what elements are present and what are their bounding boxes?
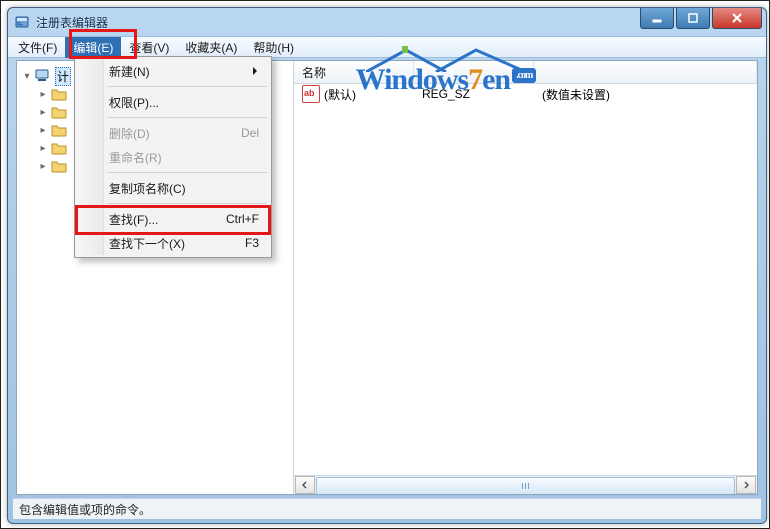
status-text: 包含编辑值或项的命令。 (19, 501, 151, 518)
maximize-button[interactable] (676, 8, 710, 29)
menu-item[interactable]: 新建(N) (77, 59, 269, 83)
menu-item: 删除(D) Del (77, 121, 269, 145)
window-title: 注册表编辑器 (36, 14, 108, 31)
folder-icon (51, 87, 67, 101)
menu-item[interactable]: 查找下一个(X) F3 (77, 231, 269, 255)
close-button[interactable] (712, 8, 762, 29)
menu-item[interactable]: 权限(P)... (77, 90, 269, 114)
menu-item-shortcut: Del (241, 126, 259, 140)
horizontal-scrollbar[interactable] (294, 475, 757, 494)
value-name: (默认) (324, 86, 356, 103)
string-value-icon (302, 85, 320, 103)
regedit-icon (14, 14, 30, 30)
computer-icon (35, 69, 51, 83)
menubar: 文件(F) 编辑(E) 查看(V) 收藏夹(A) 帮助(H) (8, 36, 766, 58)
list-pane: 名称 (默认) REG_SZ (数值未设置) (294, 61, 757, 494)
titlebar[interactable]: 注册表编辑器 (8, 8, 766, 36)
menu-item[interactable]: 查找(F)... Ctrl+F (77, 207, 269, 231)
folder-icon (51, 123, 67, 137)
folder-icon (51, 105, 67, 119)
list-body[interactable]: (默认) REG_SZ (数值未设置) (294, 84, 757, 475)
menu-help[interactable]: 帮助(H) (245, 37, 302, 58)
menu-item-label: 重命名(R) (109, 149, 162, 166)
menu-item-label: 新建(N) (109, 63, 150, 80)
menu-item-label: 删除(D) (109, 125, 150, 142)
column-data[interactable] (534, 61, 757, 83)
menu-file[interactable]: 文件(F) (10, 37, 65, 58)
menu-item-label: 权限(P)... (109, 94, 159, 111)
expand-icon[interactable]: ▸ (37, 125, 49, 136)
folder-icon (51, 141, 67, 155)
value-type: REG_SZ (414, 87, 534, 101)
statusbar: 包含编辑值或项的命令。 (13, 498, 761, 519)
scroll-thumb[interactable] (316, 477, 735, 494)
edit-dropdown: 新建(N) 权限(P)... 删除(D) Del 重命名(R) 复制项名称(C) 查找(F)… (74, 56, 272, 258)
menu-item: 重命名(R) (77, 145, 269, 169)
menu-item-label: 查找下一个(X) (109, 235, 185, 252)
expand-icon[interactable]: ▸ (37, 143, 49, 154)
scroll-right-button[interactable] (736, 476, 756, 494)
menu-view[interactable]: 查看(V) (121, 37, 177, 58)
menu-item-shortcut: Ctrl+F (226, 212, 259, 226)
expand-icon[interactable]: ▸ (37, 107, 49, 118)
menu-item-label: 复制项名称(C) (109, 180, 186, 197)
expand-icon[interactable]: ▸ (37, 89, 49, 100)
list-row[interactable]: (默认) REG_SZ (数值未设置) (294, 84, 757, 104)
value-data: (数值未设置) (534, 86, 757, 103)
expand-icon[interactable]: ▾ (21, 71, 33, 82)
menu-item-shortcut: F3 (245, 236, 259, 250)
registry-editor-window: 注册表编辑器 文件(F) 编辑(E) 查看(V) 收藏夹(A) 帮助(H) (7, 7, 767, 524)
folder-icon (51, 159, 67, 173)
tree-root-label[interactable]: 计 (55, 67, 71, 86)
menu-edit[interactable]: 编辑(E) (65, 37, 121, 58)
list-header[interactable]: 名称 (294, 61, 757, 84)
column-type[interactable] (414, 61, 534, 83)
expand-icon[interactable]: ▸ (37, 161, 49, 172)
menu-fav[interactable]: 收藏夹(A) (177, 37, 245, 58)
column-name[interactable]: 名称 (294, 61, 414, 83)
scroll-left-button[interactable] (295, 476, 315, 494)
minimize-button[interactable] (640, 8, 674, 29)
menu-item-label: 查找(F)... (109, 211, 158, 228)
menu-item[interactable]: 复制项名称(C) (77, 176, 269, 200)
